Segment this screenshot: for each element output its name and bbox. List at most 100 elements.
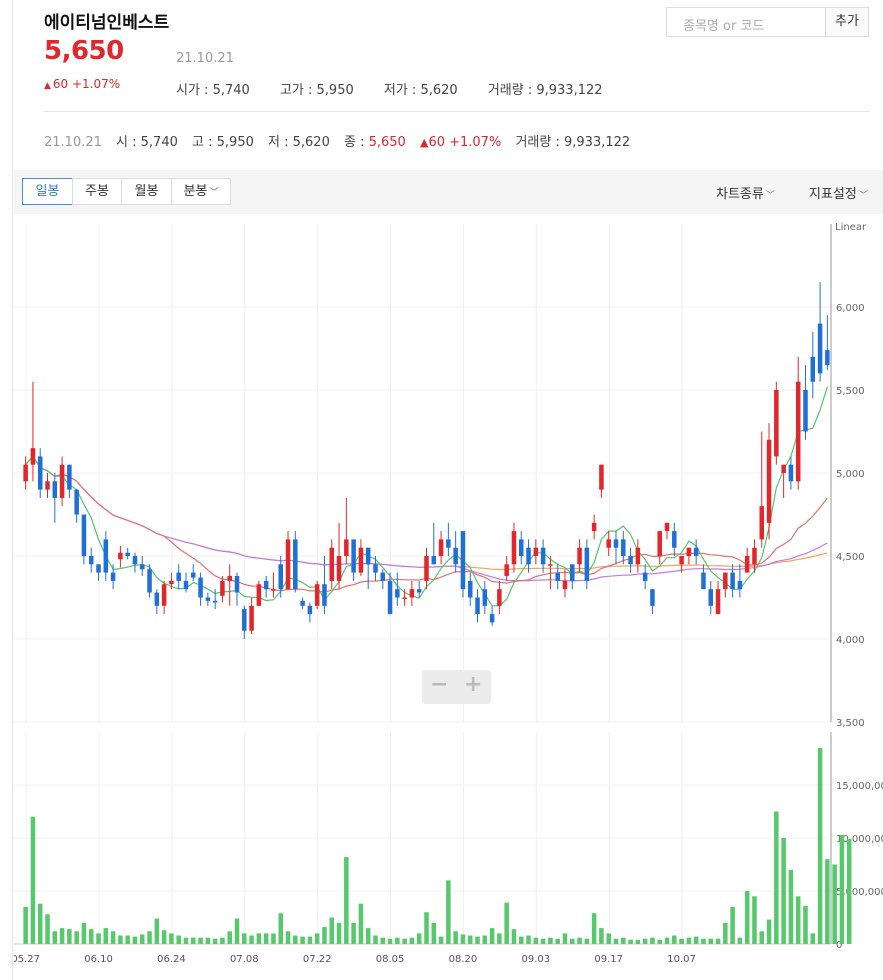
volume-bar <box>416 933 422 944</box>
volume-bar <box>322 927 327 944</box>
candle-body <box>395 589 400 598</box>
volume-bar <box>278 913 283 944</box>
volume-bar <box>395 937 400 944</box>
candle-body <box>161 584 167 606</box>
volume-bar <box>373 935 378 944</box>
summary-high: 고가 : 5,950 <box>279 83 354 98</box>
candle-body <box>314 584 320 606</box>
candle-body <box>242 609 247 631</box>
volume-bar <box>336 922 342 944</box>
candle-body <box>198 577 203 598</box>
volume-bar <box>431 922 437 944</box>
volume-bar <box>147 931 152 944</box>
add-stock-button[interactable]: 추가 <box>825 7 869 37</box>
volume-bar <box>584 938 590 944</box>
volume-bar <box>460 934 466 944</box>
volume-bar <box>511 929 517 944</box>
volume-bar <box>96 933 101 944</box>
volume-bar <box>263 933 269 944</box>
candle-body <box>293 539 298 590</box>
chart-toolbar: 일봉 주봉 월봉 분봉 ﹀ 차트종류 ﹀ 지표설정 ﹀ <box>14 170 883 214</box>
candle-body <box>45 481 50 490</box>
volume-bar <box>548 937 553 944</box>
candle-body <box>358 547 364 573</box>
candle-body <box>453 547 458 565</box>
candle-body <box>460 531 466 590</box>
volume-bar <box>606 933 611 944</box>
volume-bar <box>723 922 728 944</box>
stock-chart[interactable]: 3,5004,0004,5005,0005,5006,00005,000,000… <box>14 214 883 980</box>
date-tick-label: 09.03 <box>522 954 551 965</box>
volume-bar <box>599 928 604 944</box>
indicator-settings-dropdown[interactable]: 지표설정 ﹀ <box>809 183 868 202</box>
candle-body <box>650 589 655 606</box>
tab-weekly[interactable]: 주봉 <box>72 178 122 205</box>
date-tick-label: 10.07 <box>667 954 696 965</box>
tab-minute[interactable]: 분봉 ﹀ <box>171 178 231 205</box>
candle-body <box>526 547 531 565</box>
volume-bar <box>781 838 786 944</box>
candle-body <box>52 481 58 498</box>
candle-body <box>533 547 539 556</box>
volume-bar <box>227 931 232 944</box>
tab-daily[interactable]: 일봉 <box>22 178 73 205</box>
date-tick-label: 08.20 <box>449 954 478 965</box>
candle-body <box>475 597 480 615</box>
zoom-out-button[interactable]: − <box>430 672 448 697</box>
stock-search-input[interactable]: 종목명 or 코드 <box>666 7 826 37</box>
candle-body <box>110 572 116 581</box>
volume-bar <box>693 936 699 944</box>
volume-bar <box>59 928 65 944</box>
candle-body <box>132 556 138 565</box>
indicator-settings-label: 지표설정 <box>809 187 857 202</box>
candle-body <box>803 390 808 432</box>
volume-bar <box>380 937 386 944</box>
volume-bar <box>205 937 211 944</box>
volume-bar <box>314 933 320 944</box>
volume-bar <box>766 919 772 944</box>
candle-body <box>752 547 757 565</box>
candle-body <box>307 605 313 615</box>
volume-bar <box>256 933 262 944</box>
candle-body <box>344 539 349 556</box>
volume-bar <box>154 918 160 944</box>
candle-body <box>139 564 145 570</box>
volume-bar <box>526 935 531 944</box>
volume-bar <box>774 811 779 944</box>
volume-bar <box>518 936 524 944</box>
volume-bar <box>642 938 648 944</box>
chart-type-dropdown[interactable]: 차트종류 ﹀ <box>716 183 775 202</box>
volume-bar <box>664 937 670 944</box>
volume-bar <box>613 938 619 944</box>
volume-bar <box>358 903 364 944</box>
candle-body <box>212 600 218 603</box>
volume-bar <box>621 937 626 944</box>
price-tick-label: 4,000 <box>836 635 865 646</box>
volume-bar <box>191 937 196 944</box>
tab-monthly[interactable]: 월봉 <box>121 178 172 205</box>
volume-bar <box>570 938 575 944</box>
candle-body <box>191 572 196 578</box>
date-tick-label: 07.22 <box>303 954 332 965</box>
volume-bar <box>686 937 692 944</box>
volume-bar <box>212 938 218 944</box>
candle-body <box>365 547 371 565</box>
candle-body <box>621 539 626 556</box>
volume-bar <box>249 935 254 944</box>
zoom-in-button[interactable]: + <box>464 672 482 697</box>
volume-bar <box>504 902 509 944</box>
tab-minute-label: 분봉 <box>183 184 208 199</box>
candle-body <box>278 564 283 590</box>
candle-body <box>723 572 728 590</box>
volume-bar <box>489 928 495 944</box>
candle-body <box>256 584 262 606</box>
candle-body <box>336 556 342 581</box>
volume-bar <box>344 857 349 944</box>
volume-bar <box>650 937 655 944</box>
volume-bar <box>446 880 451 944</box>
ohlc-high: 고 : 5,950 <box>192 135 254 150</box>
candle-body <box>518 539 524 556</box>
candle-body <box>183 580 189 590</box>
volume-bar <box>329 917 335 944</box>
candle-body <box>730 572 735 590</box>
